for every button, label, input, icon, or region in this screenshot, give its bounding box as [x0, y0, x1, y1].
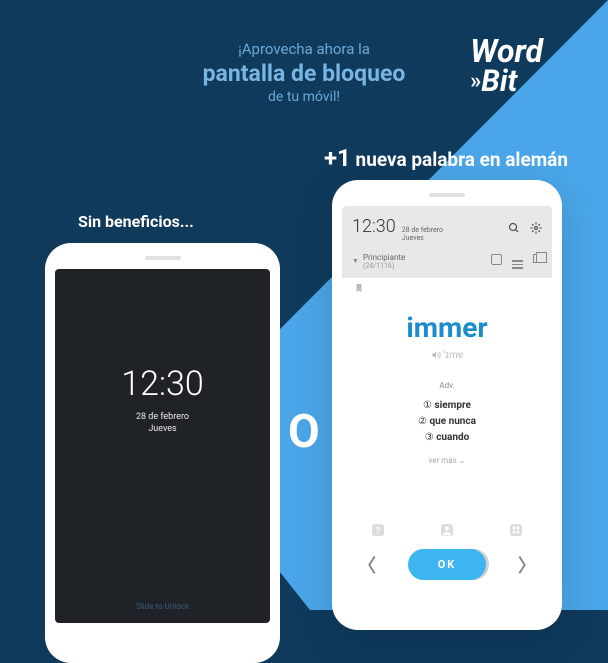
menu-icon[interactable] — [512, 254, 523, 269]
phone-wordbit: 12:30 28 de febrero Jueves — [332, 180, 562, 630]
tagline: +1 nueva palabra en alemán — [324, 144, 568, 172]
see-more-link[interactable]: ver más ⌄ — [342, 456, 552, 465]
tagline-plus: +1 — [324, 144, 351, 172]
definitions-list: ① siempre ② que nunca ③ cuando — [342, 398, 552, 446]
phone-plain: 12:30 28 de febrero Jueves Slide to Unlo… — [45, 243, 280, 663]
tagline-text: nueva palabra en alemán — [351, 148, 568, 171]
status-bar: 12:30 28 de febrero Jueves — [342, 206, 552, 278]
lock-date: 28 de febrero — [55, 412, 270, 422]
bookmark-icon[interactable] — [342, 278, 552, 301]
definition-item: ② que nunca — [342, 414, 552, 430]
phone-speaker — [145, 256, 181, 260]
wordbit-app-screen: 12:30 28 de febrero Jueves — [342, 206, 552, 590]
part-of-speech: Adv. — [342, 381, 552, 390]
brand-word: Word — [470, 35, 543, 67]
level-label[interactable]: Principiante — [363, 253, 405, 262]
definition-item: ① siempre — [342, 398, 552, 414]
ok-button[interactable]: OK — [408, 549, 487, 580]
no-benefits-label: Sin beneficios... — [78, 212, 194, 231]
vocab-word: immer — [342, 311, 552, 344]
prev-button[interactable]: 〈 — [352, 552, 382, 578]
phone-speaker — [429, 193, 465, 197]
dropdown-icon[interactable]: ▼ — [352, 257, 359, 265]
chevron-down-icon: ⌄ — [459, 456, 466, 465]
help-icon[interactable]: ? — [370, 522, 386, 541]
pronunciation: 'ɪmɐ — [444, 350, 464, 361]
svg-text:?: ? — [376, 525, 381, 536]
lock-screen-plain: 12:30 28 de febrero Jueves Slide to Unlo… — [55, 269, 270, 623]
user-icon[interactable] — [439, 522, 455, 541]
audio-button[interactable]: 'ɪmɐ — [342, 350, 552, 361]
fullscreen-icon[interactable] — [491, 254, 502, 269]
or-divider: O — [288, 405, 320, 459]
status-time: 12:30 — [352, 216, 396, 237]
status-day: Jueves — [402, 234, 443, 242]
status-date: 28 de febrero — [402, 226, 443, 234]
grid-icon[interactable] — [508, 522, 524, 541]
definition-item: ③ cuando — [342, 430, 552, 446]
brand-chevron-icon: » — [470, 71, 475, 93]
brand-bit: Bit — [481, 67, 517, 97]
settings-icon[interactable] — [530, 222, 542, 237]
lock-day: Jueves — [55, 424, 270, 434]
search-icon[interactable] — [508, 222, 520, 237]
lock-time: 12:30 — [55, 269, 270, 404]
cards-icon[interactable] — [533, 254, 542, 269]
brand-logo: Word » Bit — [470, 35, 543, 97]
level-progress: (24/1116) — [363, 262, 405, 270]
next-button[interactable]: 〉 — [512, 552, 542, 578]
